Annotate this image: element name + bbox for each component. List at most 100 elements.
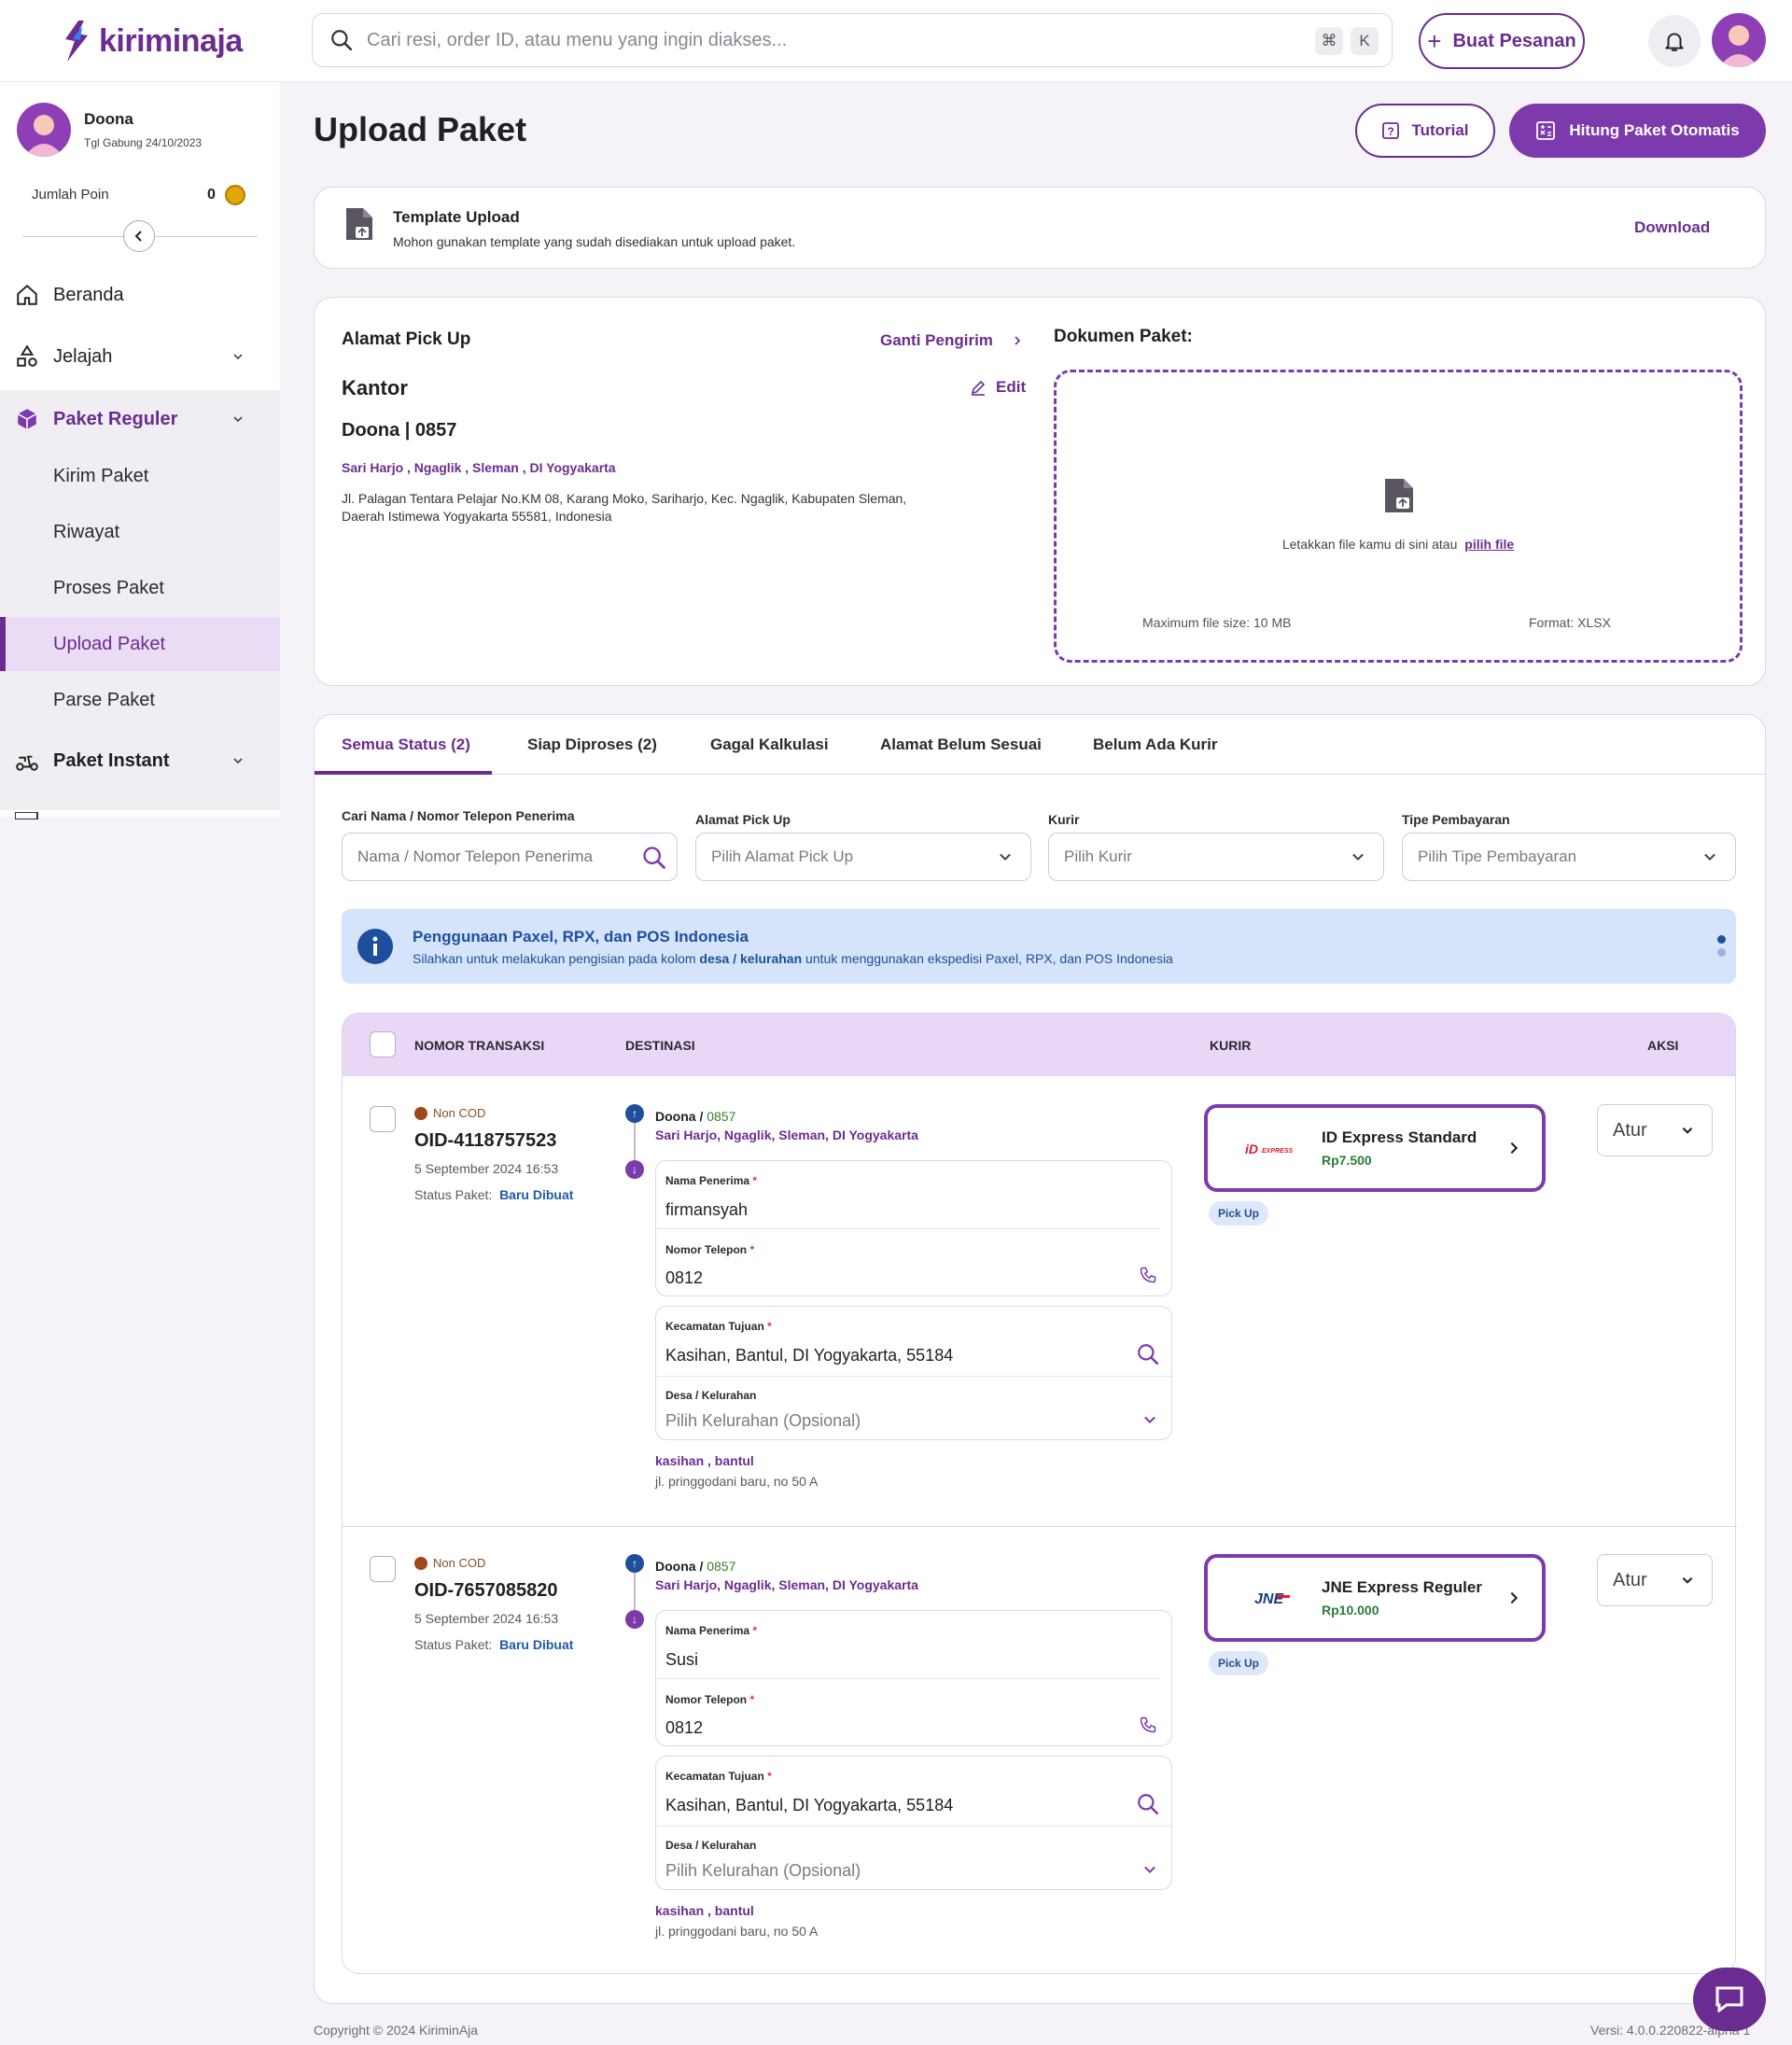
nav-beranda-label: Beranda (53, 284, 124, 305)
kecamatan-input[interactable]: Kasihan, Bantul, DI Yogyakarta, 55184 (665, 1796, 953, 1815)
row-checkbox[interactable] (370, 1556, 396, 1582)
kec-label: Kecamatan Tujuan * (665, 1770, 772, 1783)
cod-badge: Non COD (414, 1106, 485, 1120)
hitung-paket-otomatis-button[interactable]: Hitung Paket Otomatis (1509, 104, 1766, 158)
required-mark: * (749, 1243, 755, 1256)
phone-icon[interactable] (1139, 1266, 1157, 1284)
nav-paket-instant[interactable]: Paket Instant (0, 740, 280, 781)
info-text-before: Silahkan untuk melakukan pengisian pada … (413, 951, 696, 966)
edit-label: Edit (996, 378, 1027, 396)
filter-payment-select[interactable]: Pilih Tipe Pembayaran (1402, 833, 1736, 881)
sidebar-profile: Doona Tgl Gabung 24/10/2023 (17, 103, 202, 157)
carousel-dot-active[interactable] (1717, 935, 1726, 944)
hitung-label: Hitung Paket Otomatis (1569, 121, 1740, 139)
buat-pesanan-label: Buat Pesanan (1452, 30, 1576, 51)
aksi-label: Atur (1613, 1119, 1647, 1141)
top-bar: kiriminaja ⌘ K + Buat Pesanan (0, 0, 1792, 82)
chat-fab-button[interactable] (1693, 1968, 1766, 2031)
search-icon[interactable] (1136, 1342, 1160, 1366)
max-file-size: Maximum file size: 10 MB (1142, 615, 1292, 630)
file-upload-icon (1385, 479, 1413, 512)
th-kurir: KURIR (1210, 1038, 1252, 1053)
submenu-proses-paket[interactable]: Proses Paket (0, 561, 280, 615)
shapes-icon (17, 344, 37, 367)
destination-kelurahan: kasihan , bantul (655, 1903, 754, 1918)
nav-jelajah[interactable]: Jelajah (0, 336, 280, 377)
aksi-select[interactable]: Atur (1597, 1554, 1713, 1606)
filter-pickup-label: Alamat Pick Up (695, 812, 791, 827)
collapse-sidebar-button[interactable] (123, 220, 155, 252)
recv-name-label: Nama Penerima * (665, 1624, 757, 1637)
tab-gagal-kalkulasi[interactable]: Gagal Kalkulasi (710, 735, 829, 754)
order-id: OID-4118757523 (414, 1130, 557, 1151)
filter-search-input[interactable] (357, 847, 628, 866)
chevron-down-icon (1352, 853, 1364, 861)
table-header: NOMOR TRANSAKSI DESTINASI KURIR AKSI (342, 1013, 1736, 1076)
tutorial-button[interactable]: ? Tutorial (1355, 104, 1495, 158)
phone-label: Nomor Telepon * (665, 1693, 754, 1706)
global-search[interactable]: ⌘ K (312, 13, 1393, 67)
kurir-card[interactable]: JNE JNE Express Reguler Rp10.000 (1204, 1554, 1546, 1642)
tab-belum-ada-kurir[interactable]: Belum Ada Kurir (1093, 735, 1218, 754)
recv-name-input[interactable]: firmansyah (665, 1200, 748, 1220)
destination-arrow-icon: ↓ (625, 1160, 644, 1179)
submenu-upload-paket[interactable]: Upload Paket (0, 617, 280, 671)
recv-name-input[interactable]: Susi (665, 1650, 698, 1670)
scooter-icon (16, 755, 38, 771)
filter-search-field[interactable] (342, 833, 678, 881)
filter-pickup-select[interactable]: Pilih Alamat Pick Up (695, 833, 1031, 881)
phone-input[interactable]: 0812 (665, 1718, 703, 1738)
pencil-icon (971, 380, 986, 396)
carousel-dot[interactable] (1717, 948, 1726, 957)
destination-address: jl. pringgodani baru, no 50 A (655, 1924, 819, 1939)
required-mark: * (767, 1320, 772, 1333)
origin-arrow-icon: ↑ (625, 1554, 644, 1573)
tab-siap-diproses[interactable]: Siap Diproses (2) (527, 735, 657, 754)
required-mark: * (749, 1693, 755, 1706)
global-search-input[interactable] (367, 29, 1281, 51)
file-dropzone[interactable]: Letakkan file kamu di sini atau pilih fi… (1054, 370, 1743, 663)
required-mark: * (752, 1624, 758, 1637)
filter-search-label: Cari Nama / Nomor Telepon Penerima (342, 808, 575, 823)
cmd-key: ⌘ (1315, 27, 1343, 55)
user-avatar[interactable] (1712, 13, 1766, 67)
info-title: Penggunaan Paxel, RPX, dan POS Indonesia (413, 928, 749, 945)
submenu-kirim-paket[interactable]: Kirim Paket (0, 449, 280, 503)
desa-select[interactable]: Pilih Kelurahan (Opsional) (665, 1411, 861, 1431)
destination-arrow-icon: ↓ (625, 1610, 644, 1629)
kiriminaja-logo[interactable]: kiriminaja (60, 19, 243, 63)
kecamatan-input[interactable]: Kasihan, Bantul, DI Yogyakarta, 55184 (665, 1346, 953, 1366)
submenu-riwayat[interactable]: Riwayat (0, 505, 280, 559)
tab-semua-status[interactable]: Semua Status (2) (342, 735, 470, 754)
required-mark: * (767, 1770, 772, 1783)
row-checkbox[interactable] (370, 1106, 396, 1132)
drop-text: Letakkan file kamu di sini atau (1281, 537, 1458, 552)
nav-paket-instant-label: Paket Instant (53, 749, 170, 771)
buat-pesanan-button[interactable]: + Buat Pesanan (1419, 13, 1585, 69)
file-format: Format: XLSX (1529, 615, 1611, 630)
kurir-card[interactable]: iD EXPRESS ID Express Standard Rp7.500 (1204, 1104, 1546, 1192)
select-all-checkbox[interactable] (370, 1031, 396, 1058)
search-icon[interactable] (1136, 1792, 1160, 1816)
desa-select[interactable]: Pilih Kelurahan (Opsional) (665, 1861, 861, 1881)
sender-name: Doona / (655, 1559, 704, 1574)
nav-jelajah-label: Jelajah (53, 345, 113, 367)
nav-beranda[interactable]: Beranda (0, 274, 280, 315)
chevron-down-icon (1704, 853, 1715, 861)
status-label: Status Paket: (414, 1187, 493, 1202)
filter-kurir-label: Kurir (1048, 812, 1080, 827)
filter-kurir-select[interactable]: Pilih Kurir (1048, 833, 1384, 881)
notification-button[interactable] (1648, 15, 1701, 67)
tab-alamat-belum-sesuai[interactable]: Alamat Belum Sesuai (880, 735, 1042, 754)
nav-paket-reguler[interactable]: Paket Reguler (0, 399, 280, 440)
phone-input[interactable]: 0812 (665, 1268, 703, 1288)
active-tab-indicator (315, 771, 492, 775)
edit-pickup-button[interactable]: Edit (970, 378, 1026, 397)
packages-card: Semua Status (2) Siap Diproses (2) Gagal… (314, 714, 1766, 2004)
ganti-pengirim-link[interactable]: Ganti Pengirim (880, 331, 1023, 350)
download-template-link[interactable]: Download (1634, 218, 1710, 237)
aksi-select[interactable]: Atur (1597, 1104, 1713, 1156)
phone-icon[interactable] (1139, 1716, 1157, 1734)
pilih-file-link[interactable]: pilih file (1464, 537, 1514, 552)
submenu-parse-paket[interactable]: Parse Paket (0, 673, 280, 727)
